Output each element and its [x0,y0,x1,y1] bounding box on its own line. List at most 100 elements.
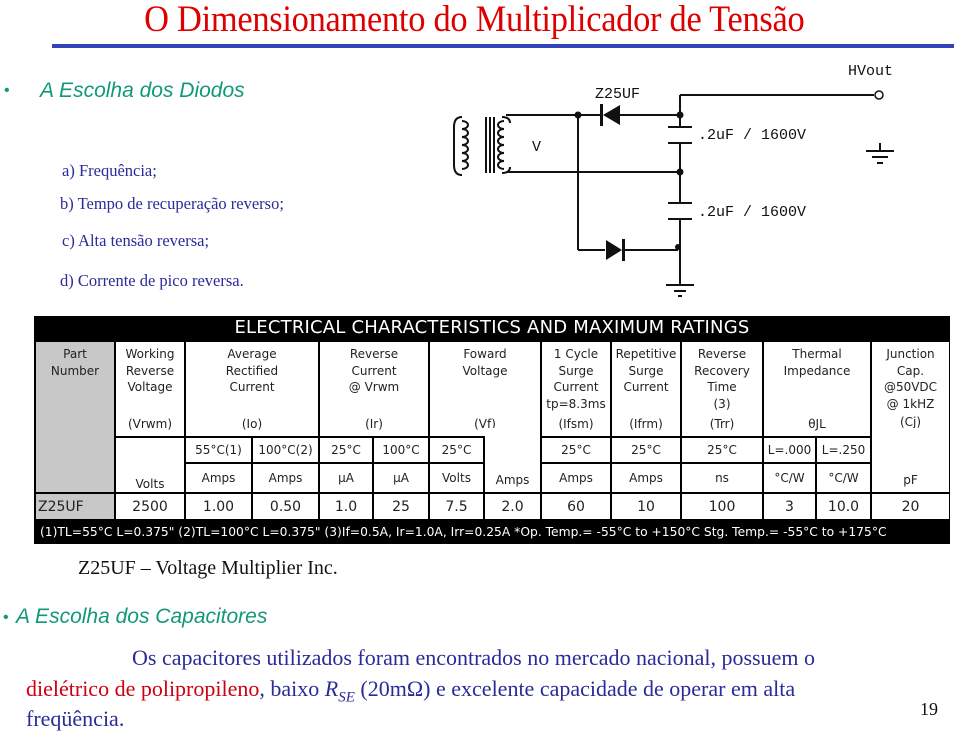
header-line: (3) [713,396,731,411]
highlight-text: dielétrico de polipropileno [26,676,260,701]
header-label: Thermal Impedance [764,346,870,379]
table-data-cell: 0.50 [253,494,318,519]
header-line: Thermal [792,347,842,361]
table-condition-cell: L=.250 [817,438,870,462]
table-unit-cell: ns [682,464,762,492]
table-caption: Z25UF – Voltage Multiplier Inc. [78,557,338,579]
header-label: Average Rectified Current [186,346,318,396]
page-number: 19 [920,699,938,719]
table-data-cell: 20 [872,494,949,519]
header-line: Reverse [697,347,747,361]
paragraph-line: Os capacitores utilizados foram encontra… [132,645,815,670]
table-unit-cell: Amps [253,464,318,492]
table-header-cell: Part Number [36,342,114,492]
bullet-icon: • [3,609,9,626]
table-unit-cell: Amps [542,464,610,492]
table-condition-cell: 55°C(1) [186,438,251,462]
diode-label: Z25UF [595,86,640,103]
table-condition-cell: 25°C [542,438,610,462]
header-line: Number [50,363,100,378]
section-heading-diodes: A Escolha dos Diodos [40,79,245,102]
table-cell: pF [872,428,949,488]
header-label: Working Reverse Voltage [116,346,184,396]
header-line: Working [125,347,175,361]
output-label: HVout [848,63,893,80]
table-header-cell: Repetitive Surge Current (Ifrm) [612,342,680,436]
header-line: Cap. [896,363,925,378]
header-label: Part Number [36,346,114,379]
table-condition-cell: 25°C [430,438,483,462]
header-line: Foward [463,347,507,361]
table-data-cell: 2.0 [485,494,540,519]
table-data-cell: 3 [764,494,815,519]
table-condition-cell: 100°C [374,438,428,462]
capacitor-label: .2uF / 1600V [698,127,806,144]
text-fragment: , baixo [259,676,325,701]
header-label: Reverse Current @ Vrwm [320,346,428,396]
header-line: Rectified [225,363,279,378]
header-symbol: (Io) [241,417,263,431]
table-header-cell: Reverse Current @ Vrwm (Ir) [320,342,428,436]
table-condition-cell: 100°C(2) [253,438,318,462]
title-divider [52,44,954,48]
header-label: Junction Cap. @50VDC @ 1kHZ [872,346,949,412]
table-data-cell: 60 [542,494,610,519]
table-data-cell: 1.00 [186,494,251,519]
table-data-cell: Z25UF [36,494,114,519]
table-unit-cell: µA [374,464,428,492]
datasheet-table: ELECTRICAL CHARACTERISTICS AND MAXIMUM R… [34,316,950,544]
header-line: Current [229,380,275,394]
table-data-cell: 1.0 [320,494,372,519]
rse-subscript: SE [338,689,355,706]
transformer-label: V [532,139,541,156]
table-unit-cell: Volts [430,464,483,492]
header-label: Repetitive Surge Current [612,346,680,396]
table-header-cell: 1 Cycle Surge Current tp=8.3ms (Ifsm) [542,342,610,436]
header-line: Current [623,380,669,394]
header-line: 1 Cycle [553,347,599,361]
table-data-cell: 100 [682,494,762,519]
bullet-icon: • [4,82,10,99]
table-condition-cell: 25°C [320,438,372,462]
ground-icon [866,143,894,164]
table-header-cell: Average Rectified Current (Io) [186,342,318,436]
table-unit-cell: °C/W [764,464,815,492]
table-header-cell: Working Reverse Voltage (Vrwm) [116,342,184,436]
header-symbol: (Ir) [365,417,383,431]
header-line: @50VDC [883,380,938,394]
header-line: Current [553,380,599,394]
diode-icon [606,239,625,261]
table-unit-cell: Amps [186,464,251,492]
table-title: ELECTRICAL CHARACTERISTICS AND MAXIMUM R… [234,317,750,338]
header-line: Current [351,363,397,378]
header-line: @ Vrwm [348,380,400,394]
criteria-item: b) Tempo de recuperação reverso; [60,194,284,213]
table-condition-cell: 25°C [682,438,762,462]
table-header-cell: Reverse Recovery Time (3) (Trr) [682,342,762,436]
header-symbol: (Trr) [709,417,735,431]
table-cell: Volts [116,438,184,492]
table-data-cell: 10 [612,494,680,519]
header-line: Voltage [462,363,508,378]
table-header-cell: Thermal Impedance θJL [764,342,870,436]
table-data-cell: 7.5 [430,494,483,519]
header-label: Foward Voltage [430,346,540,379]
table-data-cell: 25 [374,494,428,519]
header-symbol: (Ifsm) [558,417,594,431]
table-unit-cell: Amps [612,464,680,492]
header-line: tp=8.3ms [546,396,606,411]
transformer-icon [453,116,511,176]
criteria-item: d) Corrente de pico reversa. [60,271,244,290]
diode-icon [600,104,620,126]
slide-title: O Dimensionamento do Multiplicador de Te… [144,0,805,40]
table-data-cell: 2500 [116,494,184,519]
table-data-cell: 10.0 [817,494,870,519]
header-line: Time [707,380,737,394]
paragraph-line: freqüência. [26,706,125,731]
header-symbol: (Ifrm) [629,417,663,431]
rse-symbol: R [324,676,339,701]
header-line: Average [227,347,277,361]
voltage-doubler-schematic: Z25UF V HVout .2uF / 1600V .2uF / 1600V [453,63,894,297]
capacitor-label: .2uF / 1600V [698,204,806,221]
header-line: Impedance [783,363,851,378]
